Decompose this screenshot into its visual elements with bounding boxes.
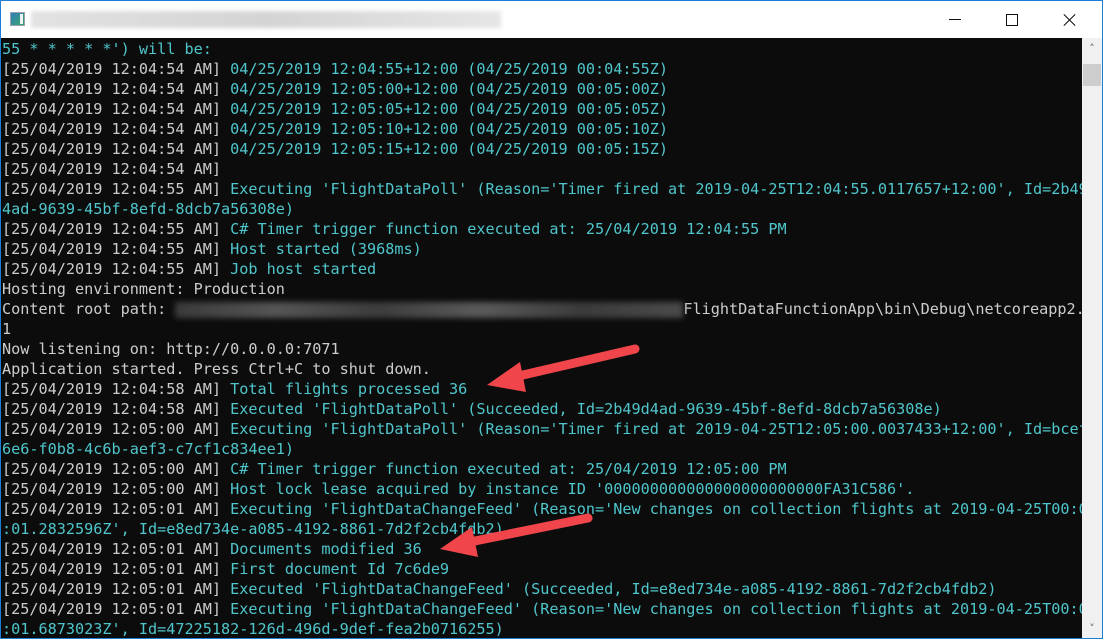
log-message: 04/25/2019 12:05:05+12:00 (04/25/2019 00… — [220, 100, 669, 118]
console-line: 1 — [2, 319, 11, 339]
console-line: 6e6-f0b8-4c6b-aef3-c7cf1c834ee1) — [2, 439, 294, 459]
log-message: :01.6873023Z', Id=47225182-126d-496d-9de… — [2, 620, 504, 638]
log-message: :01.2832596Z', Id=e8ed734e-a085-4192-886… — [2, 520, 504, 538]
log-message: 4ad-9639-45bf-8efd-8dcb7a56308e) — [2, 200, 294, 218]
log-message: Job host started — [220, 260, 377, 278]
log-message: C# Timer trigger function executed at: 2… — [220, 220, 787, 238]
console-line: :01.6873023Z', Id=47225182-126d-496d-9de… — [2, 619, 504, 638]
console-line: Now listening on: http://0.0.0.0:7071 — [2, 339, 340, 359]
log-message: Executed 'FlightDataChangeFeed' (Succeed… — [220, 580, 997, 598]
console-line: [25/04/2019 12:04:58 AM] Executed 'Fligh… — [2, 399, 942, 419]
scrollbar-thumb[interactable] — [1083, 64, 1101, 86]
console-line: [25/04/2019 12:05:00 AM] C# Timer trigge… — [2, 459, 787, 479]
scroll-down-button[interactable]: ˅ — [1082, 618, 1102, 638]
console-line: [25/04/2019 12:04:55 AM] Host started (3… — [2, 239, 422, 259]
log-message: Host lock lease acquired by instance ID … — [220, 480, 915, 498]
console-line: [25/04/2019 12:05:01 AM] Documents modif… — [2, 539, 422, 559]
console-line: [25/04/2019 12:04:54 AM] 04/25/2019 12:0… — [2, 139, 668, 159]
log-timestamp: [25/04/2019 12:04:55 AM] — [2, 180, 221, 198]
console-text: 1 — [2, 320, 12, 338]
log-timestamp: [25/04/2019 12:05:01 AM] — [2, 580, 221, 598]
console-line: [25/04/2019 12:04:54 AM] — [2, 159, 221, 179]
console-text: Content root path: — [2, 300, 176, 318]
console-line: [25/04/2019 12:04:58 AM] Total flights p… — [2, 379, 467, 399]
console-line: [25/04/2019 12:04:55 AM] Job host starte… — [2, 259, 376, 279]
console-line: [25/04/2019 12:05:01 AM] First document … — [2, 559, 449, 579]
console-text: FlightDataFunctionApp\bin\Debug\netcorea… — [683, 300, 1082, 318]
console-line: [25/04/2019 12:04:55 AM] C# Timer trigge… — [2, 219, 787, 239]
console-line: [25/04/2019 12:04:55 AM] Executing 'Flig… — [2, 179, 1082, 199]
console-output[interactable]: 55 * * * * *') will be: [25/04/2019 12:04… — [1, 38, 1082, 638]
console-line: [25/04/2019 12:05:00 AM] Executing 'Flig… — [2, 419, 1082, 439]
console-text: Hosting environment: Production — [2, 280, 285, 298]
console-text: Application started. Press Ctrl+C to shu… — [2, 360, 431, 378]
redacted-path — [175, 301, 684, 318]
log-timestamp: [25/04/2019 12:04:54 AM] — [2, 120, 221, 138]
log-timestamp: [25/04/2019 12:04:55 AM] — [2, 240, 221, 258]
console-line: 4ad-9639-45bf-8efd-8dcb7a56308e) — [2, 199, 294, 219]
chevron-up-icon: ˄ — [1089, 41, 1095, 55]
log-timestamp: [25/04/2019 12:04:54 AM] — [2, 100, 221, 118]
minimize-button[interactable] — [932, 1, 978, 38]
log-timestamp: [25/04/2019 12:05:01 AM] — [2, 600, 221, 618]
console-text: Now listening on: http://0.0.0.0:7071 — [2, 340, 340, 358]
console-line: [25/04/2019 12:05:01 AM] Executing 'Flig… — [2, 499, 1082, 519]
log-timestamp: [25/04/2019 12:04:54 AM] — [2, 160, 221, 178]
console-window: [redacted path]\FlightDataFunctionApp.ex… — [0, 0, 1103, 639]
log-message: Total flights processed 36 — [220, 380, 468, 398]
log-message: 04/25/2019 12:04:55+12:00 (04/25/2019 00… — [220, 60, 669, 78]
console-line: Application started. Press Ctrl+C to shu… — [2, 359, 431, 379]
log-timestamp: [25/04/2019 12:04:54 AM] — [2, 80, 221, 98]
console-line: 55 * * * * *') will be: — [2, 39, 212, 59]
log-message: Executing 'FlightDataChangeFeed' (Reason… — [220, 500, 1082, 518]
log-timestamp: [25/04/2019 12:05:01 AM] — [2, 540, 221, 558]
log-timestamp: [25/04/2019 12:04:58 AM] — [2, 380, 221, 398]
log-message: First document Id 7c6de9 — [220, 560, 450, 578]
close-button[interactable] — [1047, 1, 1093, 38]
console-line: [25/04/2019 12:04:54 AM] 04/25/2019 12:0… — [2, 119, 668, 139]
log-message: 6e6-f0b8-4c6b-aef3-c7cf1c834ee1) — [2, 440, 294, 458]
console-app-icon — [10, 12, 25, 26]
log-timestamp: [25/04/2019 12:04:58 AM] — [2, 400, 221, 418]
minimize-icon — [949, 19, 961, 20]
chevron-down-icon: ˅ — [1089, 621, 1095, 635]
log-message: Executed 'FlightDataPoll' (Succeeded, Id… — [220, 400, 942, 418]
console-line: [25/04/2019 12:04:54 AM] 04/25/2019 12:0… — [2, 59, 668, 79]
maximize-button[interactable] — [989, 1, 1035, 38]
log-timestamp: [25/04/2019 12:05:00 AM] — [2, 460, 221, 478]
console-line: Hosting environment: Production — [2, 279, 285, 299]
console-line: [25/04/2019 12:05:01 AM] Executing 'Flig… — [2, 599, 1082, 619]
log-message: Host started (3968ms) — [220, 240, 422, 258]
log-timestamp: [25/04/2019 12:04:54 AM] — [2, 140, 221, 158]
log-timestamp: [25/04/2019 12:05:01 AM] — [2, 500, 221, 518]
console-line: [25/04/2019 12:04:54 AM] 04/25/2019 12:0… — [2, 79, 668, 99]
title-bar[interactable]: [redacted path]\FlightDataFunctionApp.ex… — [1, 1, 1102, 38]
log-timestamp: [25/04/2019 12:05:00 AM] — [2, 420, 221, 438]
log-message: 04/25/2019 12:05:00+12:00 (04/25/2019 00… — [220, 80, 669, 98]
vertical-scrollbar[interactable]: ˄ ˅ — [1082, 38, 1102, 638]
log-message: Executing 'FlightDataPoll' (Reason='Time… — [220, 420, 1082, 438]
console-line: [25/04/2019 12:05:00 AM] Host lock lease… — [2, 479, 914, 499]
log-message: 04/25/2019 12:05:10+12:00 (04/25/2019 00… — [220, 120, 669, 138]
console-line: :01.2832596Z', Id=e8ed734e-a085-4192-886… — [2, 519, 504, 539]
log-message: 04/25/2019 12:05:15+12:00 (04/25/2019 00… — [220, 140, 669, 158]
log-timestamp: [25/04/2019 12:04:54 AM] — [2, 60, 221, 78]
console-line: Content root path: FlightDataFunctionApp… — [2, 299, 1082, 319]
log-timestamp: [25/04/2019 12:05:01 AM] — [2, 560, 221, 578]
log-timestamp: [25/04/2019 12:04:55 AM] — [2, 220, 221, 238]
log-message: Executing 'FlightDataChangeFeed' (Reason… — [220, 600, 1082, 618]
scroll-up-button[interactable]: ˄ — [1082, 38, 1102, 58]
maximize-icon — [1006, 13, 1018, 26]
close-icon — [1063, 13, 1077, 27]
log-timestamp: [25/04/2019 12:05:00 AM] — [2, 480, 221, 498]
log-timestamp: [25/04/2019 12:04:55 AM] — [2, 260, 221, 278]
log-message: Executing 'FlightDataPoll' (Reason='Time… — [220, 180, 1082, 198]
log-message: 55 * * * * *') will be: — [2, 40, 212, 58]
console-line: [25/04/2019 12:05:01 AM] Executed 'Fligh… — [2, 579, 997, 599]
log-message: Documents modified 36 — [220, 540, 422, 558]
window-title: [redacted path]\FlightDataFunctionApp.ex… — [31, 11, 501, 28]
console-line: [25/04/2019 12:04:54 AM] 04/25/2019 12:0… — [2, 99, 668, 119]
log-message: C# Timer trigger function executed at: 2… — [220, 460, 787, 478]
